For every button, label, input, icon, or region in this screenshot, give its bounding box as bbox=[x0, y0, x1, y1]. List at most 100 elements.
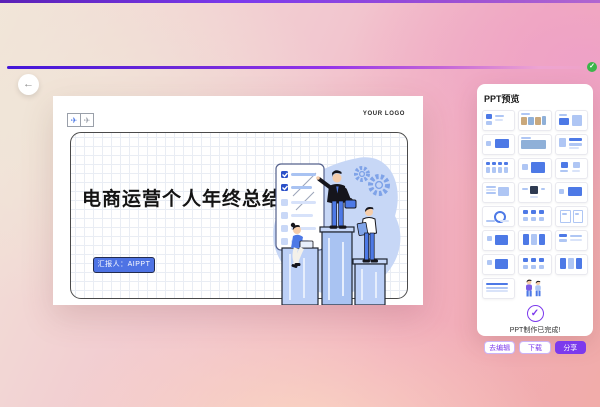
thumb-shape bbox=[535, 117, 541, 125]
thumb-shape bbox=[575, 213, 579, 215]
back-button[interactable]: ← bbox=[18, 74, 39, 95]
thumb-shape bbox=[523, 217, 528, 221]
thumb-shape bbox=[560, 210, 571, 223]
thumb-shape bbox=[486, 220, 495, 222]
thumb-shape bbox=[531, 217, 536, 221]
thumb-shape bbox=[560, 258, 566, 269]
slide-thumbnail-1[interactable] bbox=[482, 110, 515, 131]
thumb-shape bbox=[531, 258, 536, 262]
slide-logo-text: YOUR LOGO bbox=[363, 111, 405, 117]
download-button[interactable]: 下载 bbox=[519, 341, 550, 354]
thumb-shape bbox=[573, 162, 580, 168]
action-buttons: 去编辑 下载 分享 bbox=[482, 341, 588, 354]
thumb-shape bbox=[531, 162, 545, 173]
thumb-shape bbox=[523, 210, 528, 214]
ppt-preview-panel: PPT预览 ✓ PPT制作已完成! 去编辑 下载 分享 bbox=[477, 84, 593, 336]
thumb-shape bbox=[495, 115, 504, 117]
thumb-shape bbox=[539, 265, 544, 269]
thumb-shape bbox=[523, 265, 528, 269]
slide-thumbnail-8[interactable] bbox=[518, 158, 551, 179]
thumb-shape bbox=[572, 115, 582, 126]
thumb-shape bbox=[486, 287, 508, 289]
plane-icon: ✈ bbox=[80, 113, 94, 127]
thumb-shape bbox=[559, 114, 567, 116]
thumb-shape bbox=[495, 259, 508, 269]
slide-thumbnail-9[interactable] bbox=[555, 158, 588, 179]
thumb-shape bbox=[559, 239, 567, 242]
thumb-shape bbox=[498, 167, 502, 173]
slide-thumbnail-2[interactable] bbox=[518, 110, 551, 131]
thumb-shape bbox=[561, 162, 568, 168]
slide-thumbnail-16[interactable] bbox=[482, 230, 515, 251]
thumb-shape bbox=[495, 119, 503, 121]
thumb-shape bbox=[500, 220, 509, 222]
panel-title: PPT预览 bbox=[484, 92, 588, 105]
mascot-svg bbox=[518, 278, 549, 297]
thumb-shape bbox=[504, 167, 508, 173]
thumb-shape bbox=[528, 117, 534, 125]
thumb-shape bbox=[486, 162, 490, 165]
slide-thumbnail-11[interactable] bbox=[518, 182, 551, 203]
completion-illustration bbox=[518, 278, 551, 297]
thumb-shape bbox=[486, 167, 490, 173]
thumb-shape bbox=[539, 234, 545, 245]
thumb-shape bbox=[531, 265, 536, 269]
thumb-shape bbox=[495, 235, 508, 245]
slide-thumbnail-5[interactable] bbox=[518, 134, 551, 155]
slide-thumbnail-10[interactable] bbox=[482, 182, 515, 203]
slide-thumbnail-17[interactable] bbox=[518, 230, 551, 251]
thumb-shape bbox=[568, 187, 582, 196]
share-button[interactable]: 分享 bbox=[555, 341, 586, 354]
thumb-shape bbox=[531, 234, 537, 245]
completion-status: ✓ PPT制作已完成! bbox=[482, 303, 588, 335]
slide-thumbnail-18[interactable] bbox=[555, 230, 588, 251]
thumb-shape bbox=[521, 140, 546, 149]
thumb-shape bbox=[498, 187, 509, 196]
slide-thumbnail-22[interactable] bbox=[482, 278, 515, 299]
thumb-shape bbox=[486, 192, 496, 194]
slide-thumbnail-19[interactable] bbox=[482, 254, 515, 275]
thumb-shape bbox=[569, 147, 579, 149]
thumb-shape bbox=[492, 162, 496, 165]
thumb-shape bbox=[498, 162, 502, 165]
thumb-shape bbox=[486, 290, 508, 292]
slide-thumbnail-14[interactable] bbox=[518, 206, 551, 227]
thumb-shape bbox=[539, 217, 544, 221]
thumb-shape bbox=[539, 258, 544, 262]
slide-thumbnail-13[interactable] bbox=[482, 206, 515, 227]
thumb-shape bbox=[523, 258, 528, 262]
thumb-shape bbox=[495, 139, 509, 148]
presenter-badge: 汇报人：AIPPT bbox=[93, 257, 155, 273]
slide-thumbnail-3[interactable] bbox=[555, 110, 588, 131]
progress-complete-icon: ✓ bbox=[587, 62, 597, 72]
thumb-shape bbox=[576, 258, 582, 269]
slide-title: 电商运营个人年终总结 bbox=[82, 184, 282, 211]
slide-thumbnail-6[interactable] bbox=[555, 134, 588, 155]
thumb-shape bbox=[559, 189, 564, 194]
slide-thumbnail-15[interactable] bbox=[555, 206, 588, 227]
thumb-shape bbox=[569, 138, 582, 141]
thumb-shape bbox=[542, 116, 546, 125]
thumb-shape bbox=[486, 141, 491, 146]
edit-button[interactable]: 去编辑 bbox=[484, 341, 515, 354]
thumb-shape bbox=[570, 235, 582, 237]
thumb-shape bbox=[560, 170, 568, 172]
thumb-shape bbox=[486, 189, 496, 191]
thumb-shape bbox=[523, 234, 529, 245]
top-accent-bar bbox=[0, 0, 600, 3]
slide-thumbnail-4[interactable] bbox=[482, 134, 515, 155]
thumb-shape bbox=[541, 188, 545, 190]
thumbnail-grid bbox=[482, 110, 588, 299]
thumb-shape bbox=[530, 186, 538, 194]
thumb-shape bbox=[522, 188, 528, 190]
thumb-shape bbox=[568, 258, 574, 269]
slide-thumbnail-12[interactable] bbox=[555, 182, 588, 203]
slide-thumbnail-20[interactable] bbox=[518, 254, 551, 275]
slide-illustration bbox=[263, 148, 408, 305]
thumb-shape bbox=[486, 114, 492, 119]
thumb-shape bbox=[521, 113, 530, 115]
completion-text: PPT制作已完成! bbox=[482, 325, 588, 335]
thumb-shape bbox=[504, 162, 508, 165]
slide-thumbnail-21[interactable] bbox=[555, 254, 588, 275]
slide-thumbnail-7[interactable] bbox=[482, 158, 515, 179]
